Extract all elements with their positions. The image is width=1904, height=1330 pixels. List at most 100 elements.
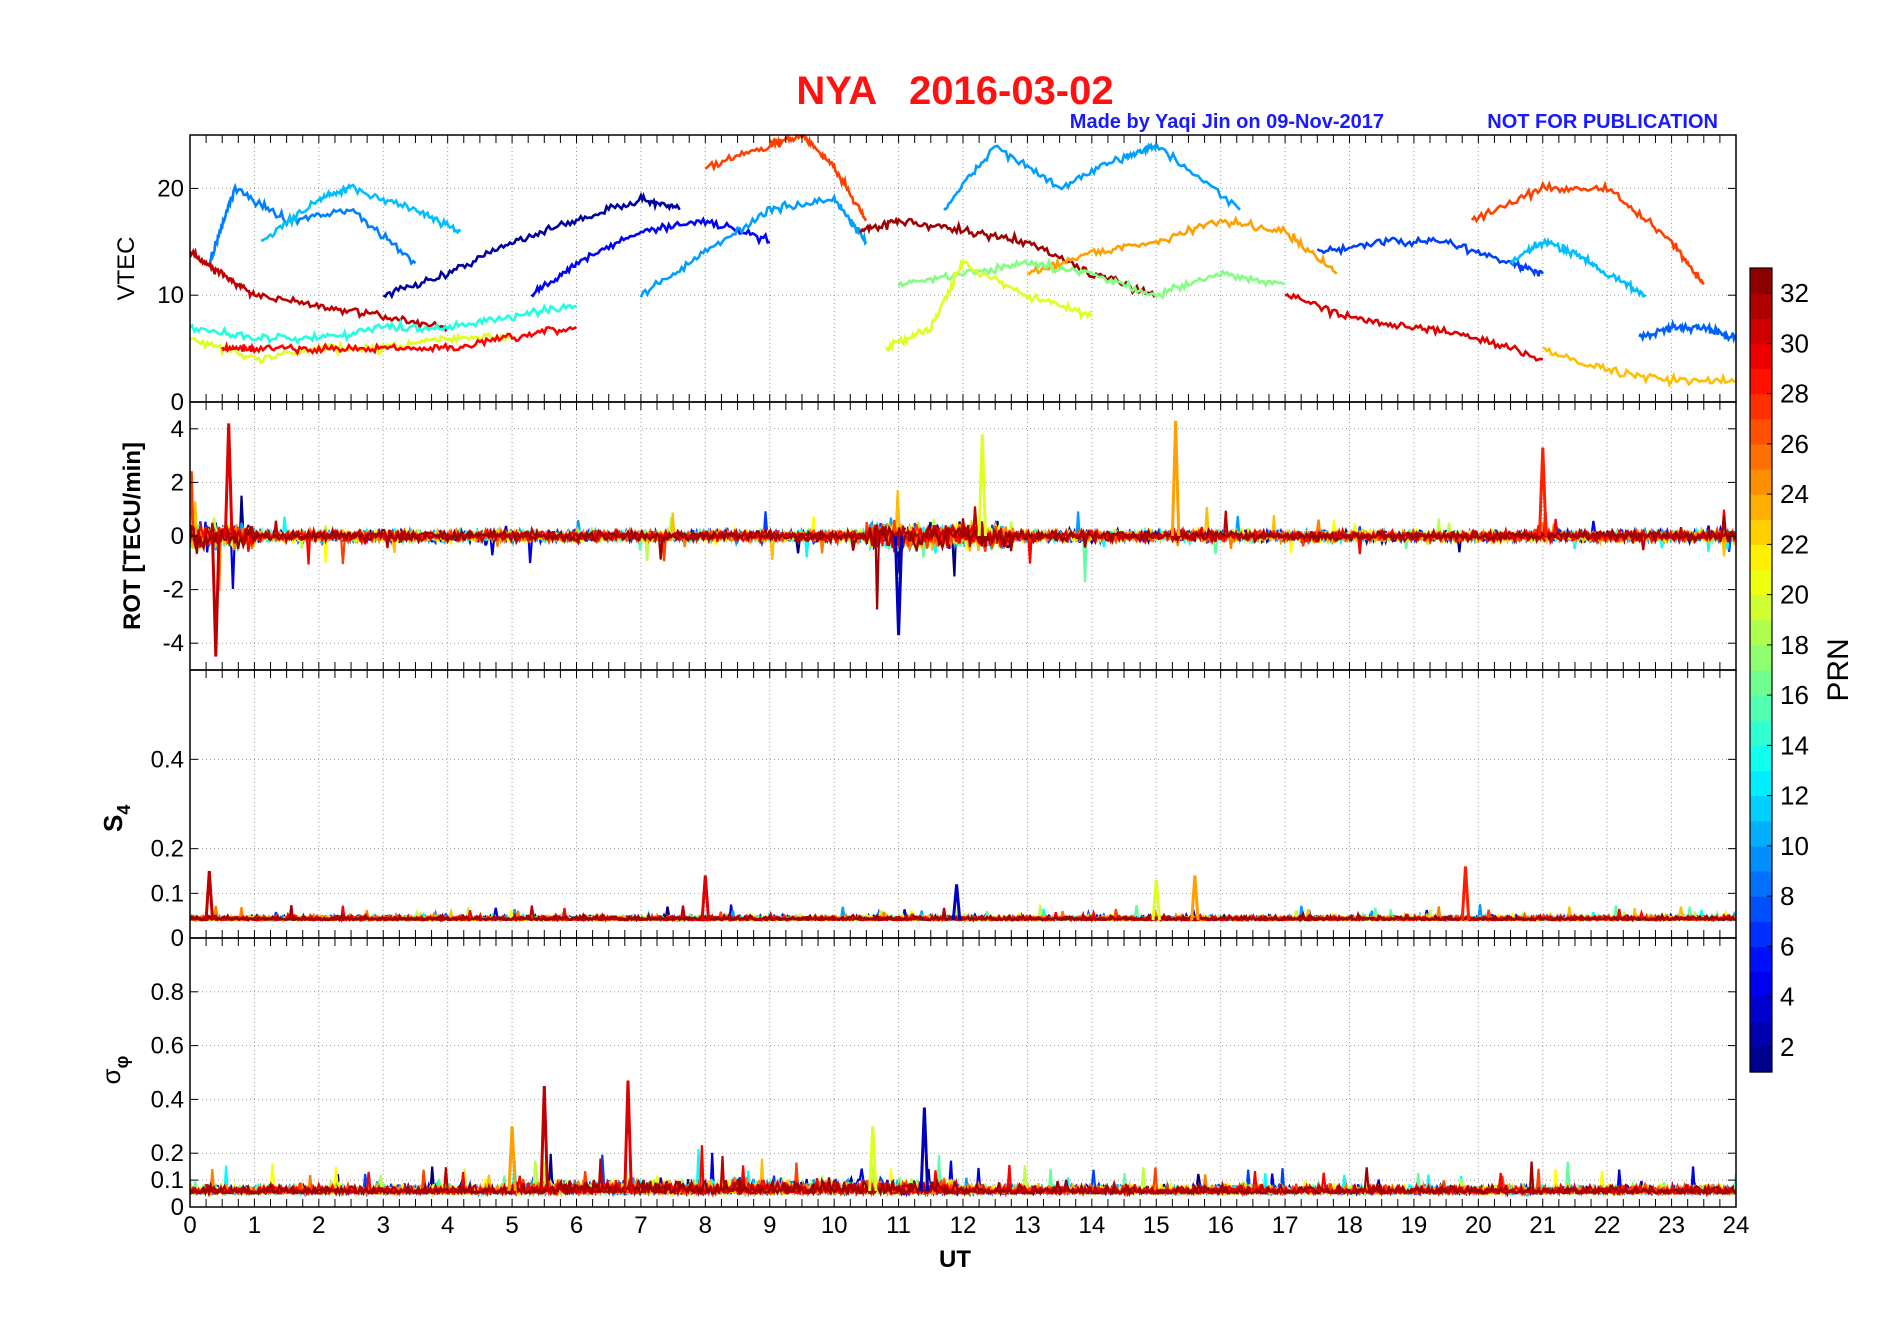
colorbar-segment [1750,896,1772,922]
colorbar-segment [1750,845,1772,872]
y-axis-label: ROT [TECU/min] [119,442,146,630]
chart-title: NYA 2016-03-02 [796,69,1113,113]
colorbar-segment [1750,971,1772,998]
colorbar-tick-label: 18 [1780,630,1809,660]
vtec-line-prn-29 [221,325,578,357]
x-tick-label: 0 [183,1212,196,1239]
colorbar-tick-label: 10 [1780,831,1809,861]
data-lines [190,1080,1736,1198]
colorbar-segment [1750,544,1772,571]
rot-peak [1170,420,1181,537]
vtec-line-prn-5 [530,216,771,298]
x-tick-label: 9 [763,1212,776,1239]
colorbar-segment [1750,594,1772,621]
colorbar-segment [1750,519,1772,545]
x-tick-label: 16 [1207,1212,1234,1239]
colorbar-label: PRN [1822,638,1855,701]
grid-lines [189,135,1737,403]
y-tick-label: 0.2 [151,1140,184,1167]
y-tick-label: 0 [171,1194,184,1221]
colorbar-segment [1750,921,1772,947]
vtec-line-prn-7 [1316,235,1544,278]
y-axis-label: VTEC [113,236,140,300]
x-tick-label: 3 [377,1212,390,1239]
x-tick-label: 7 [634,1212,647,1239]
x-tick-label: 18 [1336,1212,1363,1239]
colorbar-tick-label: 20 [1780,580,1809,610]
y-tick-label: 0.2 [151,836,184,863]
made-by-note: Made by Yaqi Jin on 09-Nov-2017 [1070,111,1384,133]
colorbar-segment [1750,820,1772,847]
y-tick-label: 0.4 [151,746,184,773]
x-tick-label: 24 [1723,1212,1750,1239]
colorbar-segment [1750,619,1772,646]
colorbar-segment [1750,1021,1772,1048]
y-tick-label: 0 [171,523,184,550]
x-tick-label: 22 [1594,1212,1621,1239]
x-tick-label: 20 [1465,1212,1492,1239]
colorbar-segment [1750,418,1772,445]
y-tick-label: 20 [157,175,184,202]
x-tick-label: 6 [570,1212,583,1239]
x-axis-label: UT [939,1246,971,1273]
colorbar-segment [1750,393,1772,420]
y-axis-label-sub: φ [112,1055,132,1068]
colorbar-segment [1750,720,1772,746]
x-tick-label: 15 [1143,1212,1170,1239]
colorbar-segment [1750,268,1772,294]
x-tick-label: 5 [505,1212,518,1239]
colorbar-segment [1750,318,1772,344]
vtec-line-prn-27 [1470,180,1705,286]
s4-peak [1460,866,1471,921]
panel-sigma_phi: 00.10.20.40.60.8σφ0 1 2 3 4 5 6 7 8 9 10 11 12 13 14 15… [96,937,1750,1239]
colorbar-segment [1750,343,1772,370]
colorbar-segment [1750,443,1772,470]
x-tick-label: 4 [441,1212,454,1239]
colorbar-segment [1750,996,1772,1023]
colorbar-tick-label: 6 [1780,931,1794,961]
s4-peak [204,870,214,921]
colorbar-tick-label: 12 [1780,781,1809,811]
x-tick-label: 17 [1272,1212,1299,1239]
y-tick-label: 0.4 [151,1086,184,1113]
vtec-line-prn-11 [260,182,462,242]
panel-rot: -4 -2 0 2 4 ROT [TECU/min] [119,401,1737,671]
colorbar-tick-label: 16 [1780,680,1809,710]
colorbar-segment [1750,368,1772,395]
x-tick-label: 14 [1078,1212,1105,1239]
y-tick-label: -4 [163,630,184,657]
colorbar-segment [1750,293,1772,319]
colorbar-segment [1750,770,1772,797]
colorbar-tick-label: 28 [1780,379,1809,409]
colorbar-segment [1750,871,1772,897]
figure: NYA 2016-03-02 Made by Yaqi Jin on 09-No… [96,69,1855,1273]
y-tick-label: 10 [157,282,184,309]
colorbar-segment [1750,569,1772,596]
colorbar-tick-label: 2 [1780,1032,1794,1062]
prn-colorbar: 2468101214161820222426283032PRN [1749,267,1855,1073]
y-axis-label: S4 [98,805,134,832]
grid-lines [189,670,1737,939]
vtec-line-prn-8 [1638,318,1736,344]
y-tick-label: 0.8 [151,979,184,1006]
colorbar-segment [1750,946,1772,973]
colorbar-tick-label: 4 [1780,982,1794,1012]
not-for-publication-note: NOT FOR PUBLICATION [1487,111,1718,133]
colorbar-segment [1750,469,1772,495]
y-tick-label: 4 [171,416,184,443]
y-tick-label: 2 [171,469,184,496]
vtec-line-prn-2 [382,191,681,300]
y-tick-label: -2 [163,577,184,604]
y-tick-label: 0 [171,925,184,952]
rot-peak [223,423,234,537]
colorbar-segment [1750,1046,1772,1073]
x-tick-label: 1 [248,1212,261,1239]
x-tick-label: 21 [1529,1212,1556,1239]
y-tick-label: 0.1 [151,1167,184,1194]
colorbar-segment [1750,695,1772,721]
colorbar-segment [1750,494,1772,520]
sigma_phi-peak [919,1107,930,1191]
vtec-line-prn-23 [1542,346,1736,389]
sigma_phi-peak [623,1080,633,1191]
x-tick-label: 19 [1401,1212,1428,1239]
